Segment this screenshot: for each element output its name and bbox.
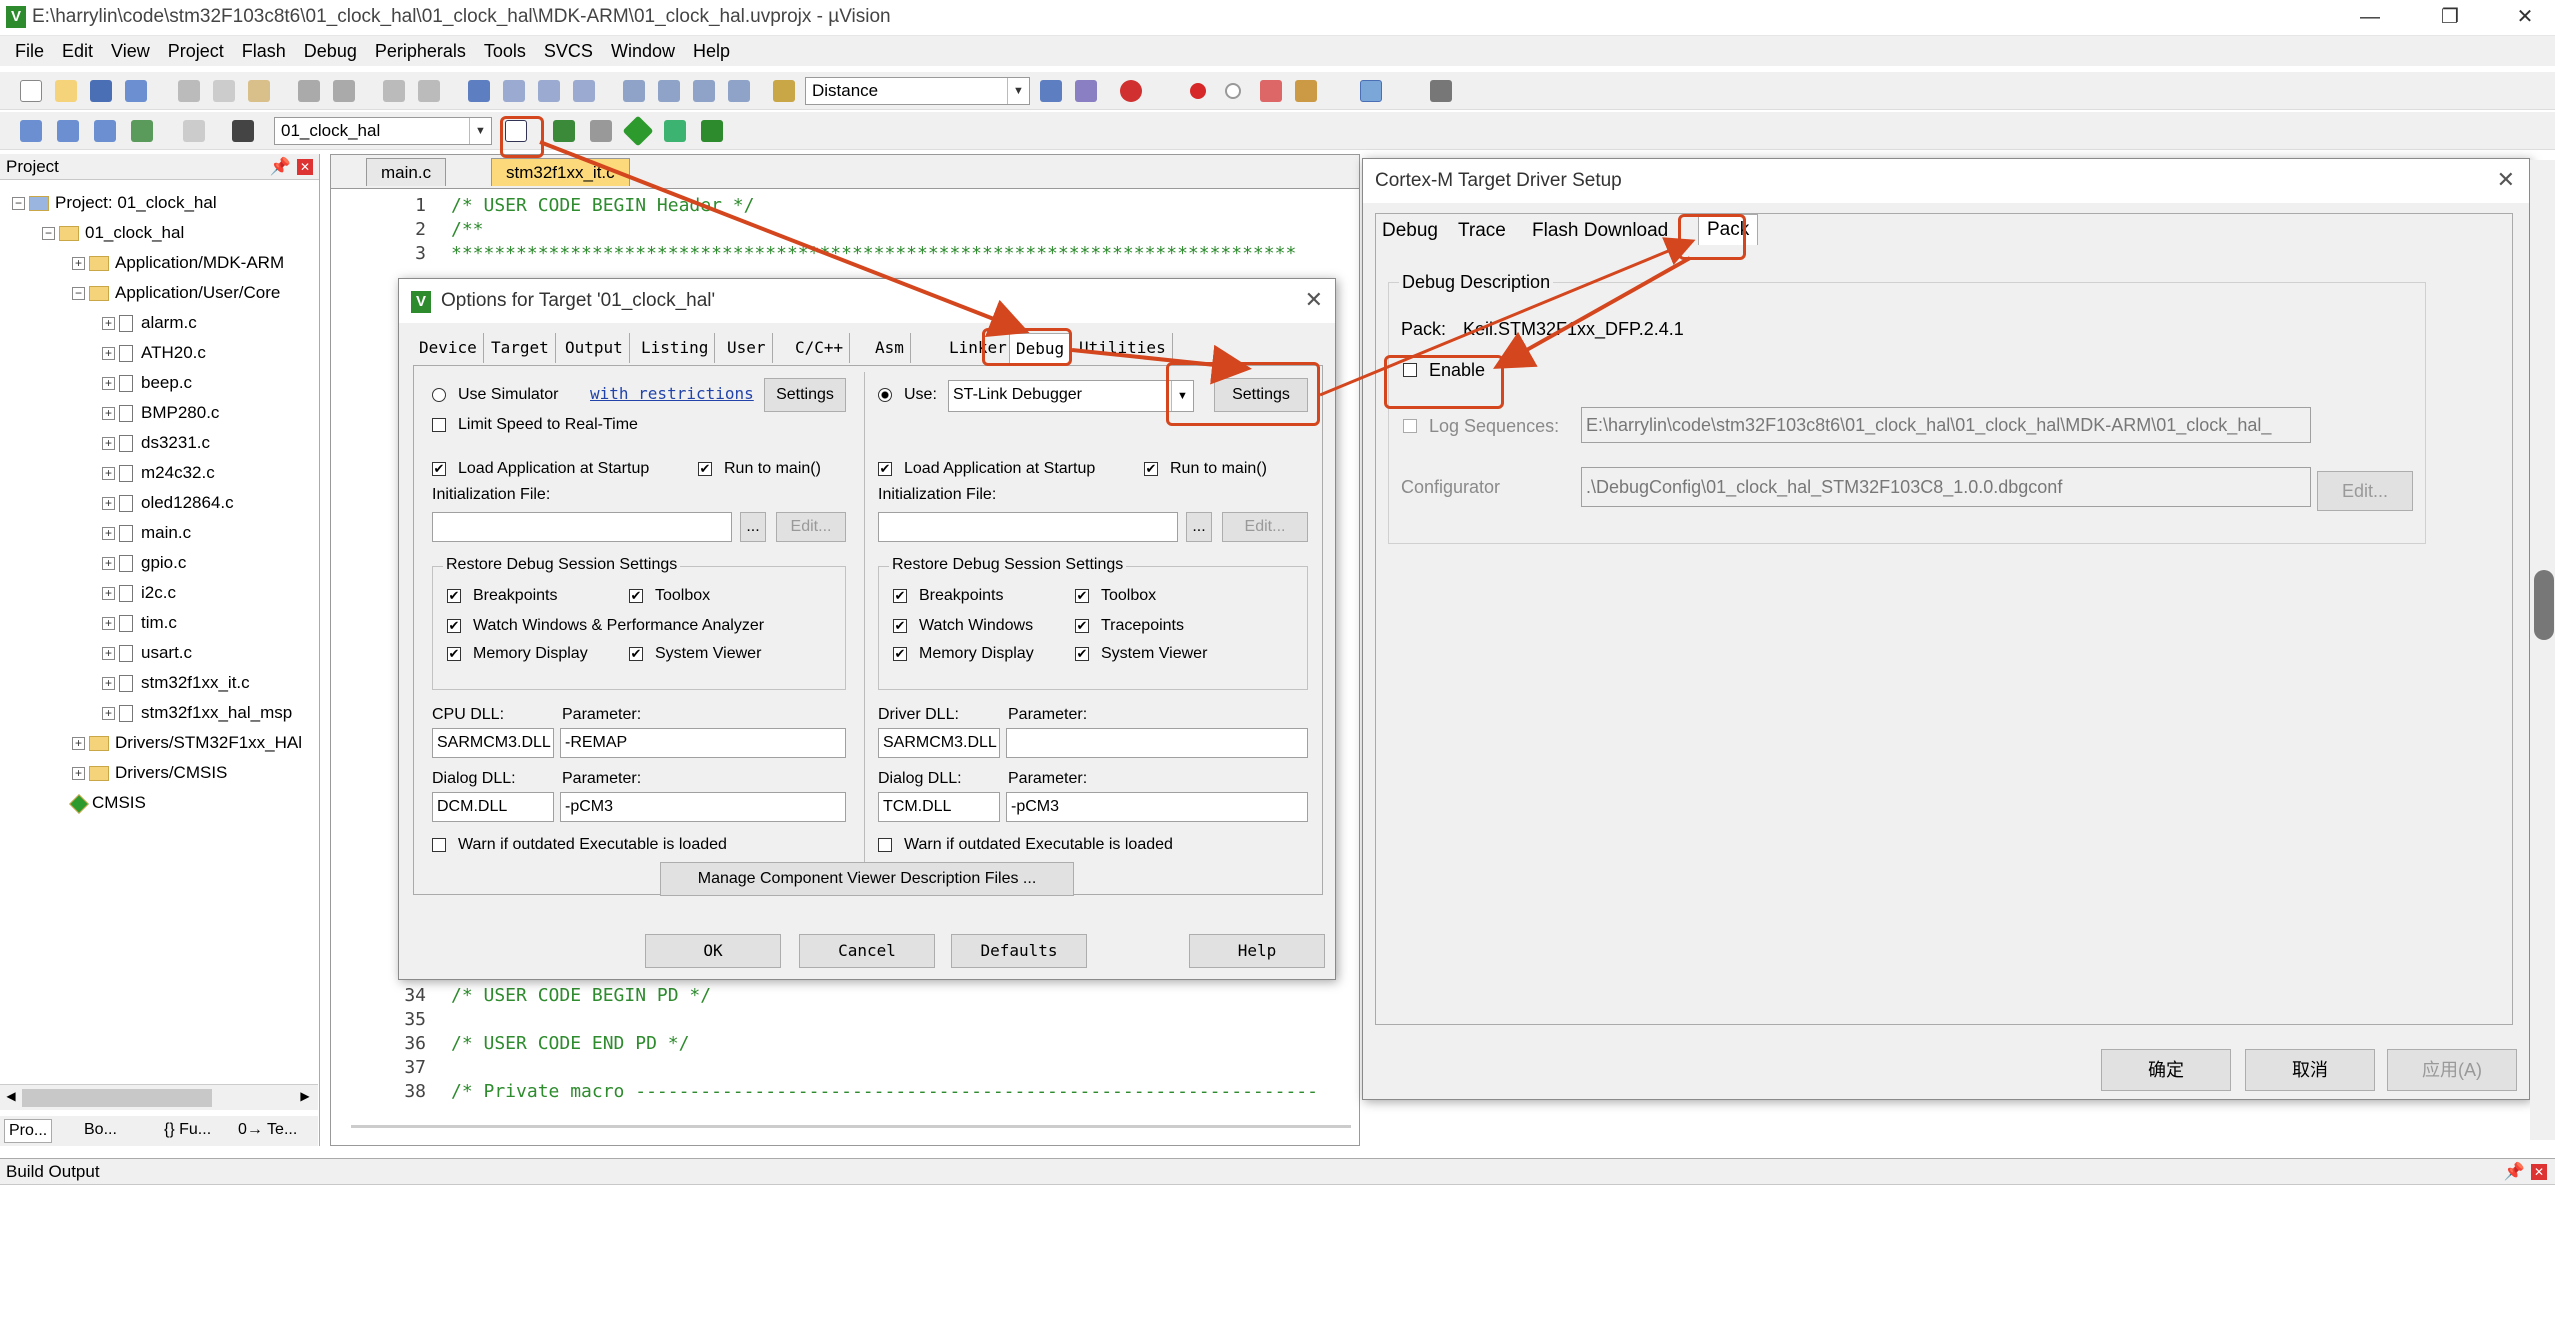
arrow-to-settings bbox=[1071, 344, 1252, 385]
arrow-to-pack bbox=[1319, 237, 1696, 397]
arrow-to-enable bbox=[1493, 256, 1691, 369]
annotation-arrows bbox=[539, 140, 1696, 397]
arrow-to-debug-tab bbox=[539, 140, 1030, 338]
